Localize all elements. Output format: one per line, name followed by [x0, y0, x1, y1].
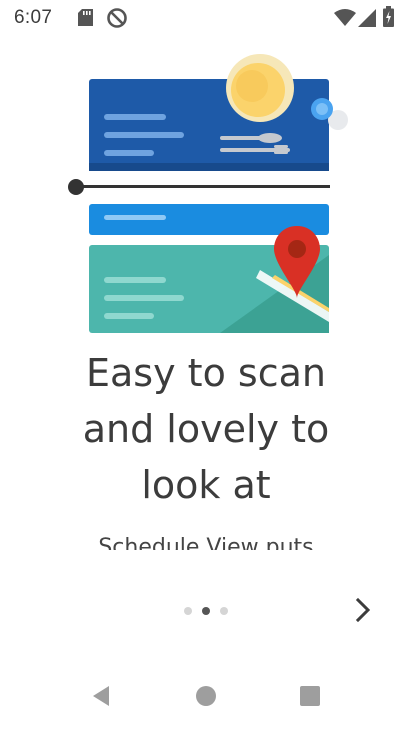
page-indicator [182, 605, 232, 617]
wifi-icon [334, 9, 356, 26]
battery-icon [383, 6, 394, 27]
onboarding-illustration [68, 54, 348, 333]
back-button[interactable] [82, 676, 122, 716]
status-time: 6:07 [14, 7, 53, 28]
page-dot-3[interactable] [220, 607, 228, 615]
home-icon [196, 686, 216, 706]
home-button[interactable] [186, 676, 226, 716]
screen: 6:07 Easy to scan and lovely to look at … [0, 0, 412, 732]
status-bar: 6:07 [0, 0, 412, 36]
page-dot-1[interactable] [184, 607, 192, 615]
chevron-right-icon [355, 597, 371, 623]
recents-button[interactable] [290, 676, 330, 716]
cell-signal-icon [358, 9, 376, 27]
timeline-divider [68, 179, 330, 195]
onboarding-headline: Easy to scan and lovely to look at [82, 351, 330, 507]
next-button[interactable] [344, 590, 384, 630]
onboarding-body-container: Schedule View puts [0, 528, 412, 550]
page-dot-2[interactable] [202, 607, 210, 615]
blocked-icon [107, 8, 127, 28]
sun-illustration [226, 54, 294, 122]
sd-card-icon [78, 9, 93, 26]
recents-icon [300, 686, 320, 706]
back-icon [93, 686, 109, 706]
system-nav-bar [0, 660, 412, 732]
onboarding-body-text: Schedule View puts [98, 535, 314, 550]
